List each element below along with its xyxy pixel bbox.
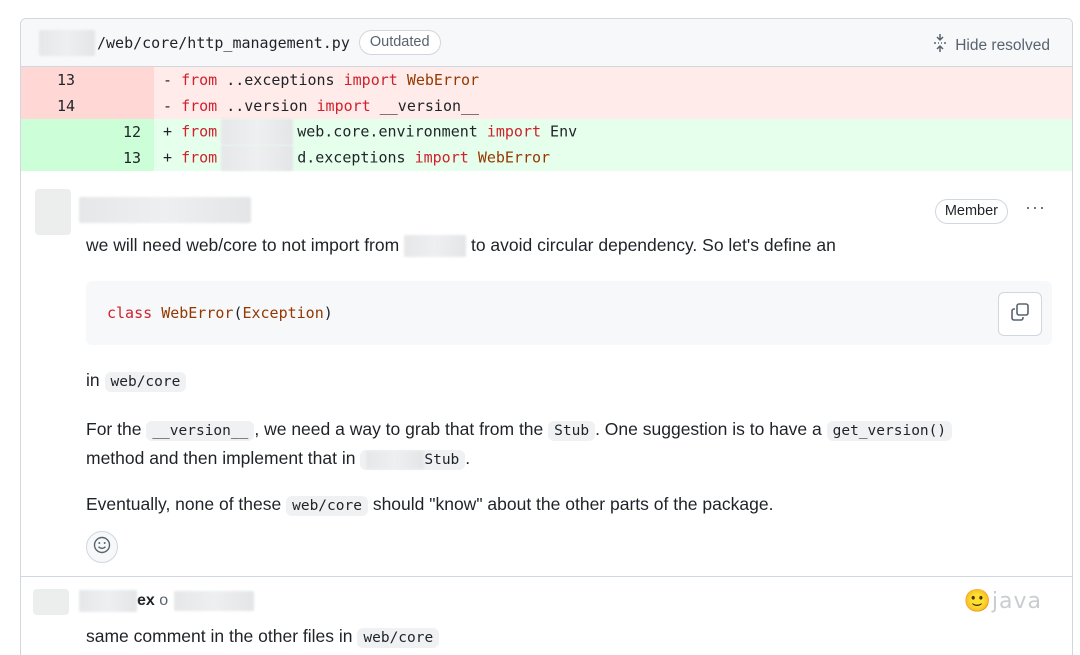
code-keyword: class: [107, 304, 153, 322]
redacted-text: [174, 591, 255, 611]
code-text: web.core.environment: [297, 122, 487, 141]
comment-author[interactable]: ex o: [79, 590, 255, 612]
inline-code: web/core: [104, 372, 187, 392]
comment-paragraph: same comment in the other files in web/c…: [86, 623, 440, 652]
inline-code: Stub: [548, 421, 596, 441]
redacted-text: [221, 145, 294, 171]
redacted-text: [221, 119, 294, 145]
member-badge: Member: [934, 199, 1008, 224]
code-keyword: from: [181, 148, 218, 167]
watermark: 🙂java: [963, 589, 1042, 614]
avatar[interactable]: [35, 189, 71, 235]
text: For the: [86, 419, 142, 439]
add-reaction-button[interactable]: [86, 531, 118, 563]
new-line-number[interactable]: 12: [75, 123, 141, 141]
code-type: WebError: [406, 71, 480, 89]
fold-icon: [933, 33, 947, 58]
line-number-gutter: 13: [21, 67, 154, 93]
old-line-number[interactable]: 13: [21, 71, 75, 89]
copy-button[interactable]: [998, 292, 1042, 336]
diff-sign: +: [163, 148, 182, 167]
diff-code: - from ..exceptions import WebError: [154, 71, 479, 89]
code-text: ..exceptions: [217, 71, 344, 89]
code-block: class WebError(Exception): [86, 281, 1052, 345]
diff-sign: -: [163, 97, 182, 115]
inline-code: web/core: [286, 496, 368, 516]
avatar[interactable]: [33, 589, 69, 615]
redacted-text: [366, 451, 425, 469]
diff-line-deleted[interactable]: 14 - from ..version import __version__: [21, 93, 1072, 119]
diff-hunk: 13 - from ..exceptions import WebError 14 -…: [21, 67, 1072, 171]
line-number-gutter: 12: [21, 119, 154, 145]
text: to avoid circular dependency. So let's d…: [470, 235, 836, 255]
redacted-text: [404, 235, 467, 258]
redacted-author-name: [79, 590, 137, 612]
text: . One suggestion is to have a: [595, 419, 822, 439]
inline-code: web/core: [357, 628, 440, 648]
smiley-icon: [93, 536, 111, 559]
code-text: Env: [541, 122, 578, 141]
text: Eventually, none of these: [86, 494, 282, 514]
hide-resolved-button[interactable]: Hide resolved: [933, 33, 1050, 58]
text: should "know" about the other parts of t…: [372, 494, 774, 514]
line-number-gutter: 13: [21, 145, 154, 171]
text: same comment in the other files in: [86, 626, 353, 646]
code-keyword: import: [414, 148, 469, 167]
code-class-name: WebError: [161, 304, 234, 322]
code-keyword: from: [181, 97, 218, 115]
copy-icon: [1010, 302, 1030, 326]
diff-code: + from d.exceptions import WebError: [154, 145, 550, 171]
code-text: __version__: [370, 97, 480, 115]
text: in: [86, 370, 100, 390]
code-keyword: import: [343, 71, 398, 89]
diff-line-deleted[interactable]: 13 - from ..exceptions import WebError: [21, 67, 1072, 93]
file-path[interactable]: /web/core/http_management.py: [97, 34, 350, 52]
code-keyword: import: [316, 97, 371, 115]
inline-code: get_version(): [826, 421, 953, 441]
outdated-badge: Outdated: [358, 30, 441, 55]
new-line-number[interactable]: 13: [75, 149, 141, 167]
redacted-author-name: [79, 197, 251, 223]
inline-code: __version__: [146, 421, 255, 441]
file-header: /web/core/http_management.py Outdated Hi…: [21, 19, 1072, 67]
comment-paragraph: in web/core: [86, 367, 187, 396]
diff-code: - from ..version import __version__: [154, 97, 479, 115]
more-options-icon[interactable]: ···: [1025, 197, 1046, 218]
text: Stub: [424, 452, 460, 468]
code-text: d.exceptions: [297, 148, 415, 167]
old-line-number[interactable]: 14: [21, 97, 75, 115]
text: o: [159, 592, 169, 609]
text: , we need a way to grab that from the: [254, 419, 544, 439]
comment-paragraph: Eventually, none of these web/core shoul…: [86, 491, 773, 520]
code-type: WebError: [477, 148, 551, 167]
redacted-path-prefix: [39, 29, 95, 56]
code-base-class: Exception: [242, 304, 324, 322]
text: we will need web/core to not import from: [86, 235, 400, 255]
inline-code: Stub: [360, 450, 466, 470]
diff-sign: +: [163, 122, 182, 141]
code-punct: ): [323, 304, 333, 322]
comment-paragraph: For the __version__, we need a way to gr…: [86, 416, 1046, 474]
comment-paragraph: we will need web/core to not import from…: [86, 232, 836, 259]
review-thread-panel: /web/core/http_management.py Outdated Hi…: [20, 18, 1073, 655]
diff-sign: -: [163, 71, 182, 89]
comment-divider: [21, 576, 1072, 577]
code-punct: (: [233, 304, 243, 322]
diff-line-added[interactable]: 12 + from web.core.environment import Env: [21, 119, 1072, 145]
line-number-gutter: 14: [21, 93, 154, 119]
diff-code: + from web.core.environment import Env: [154, 119, 577, 145]
text: method and then implement that in: [86, 448, 356, 468]
diff-line-added[interactable]: 13 + from d.exceptions import WebError: [21, 145, 1072, 171]
code-text: ..version: [217, 97, 317, 115]
code-keyword: import: [486, 122, 542, 141]
code-keyword: from: [181, 122, 218, 141]
author-name: ex: [137, 592, 155, 609]
text: .: [465, 448, 471, 468]
code-keyword: from: [181, 71, 218, 89]
hide-resolved-label: Hide resolved: [955, 36, 1050, 54]
